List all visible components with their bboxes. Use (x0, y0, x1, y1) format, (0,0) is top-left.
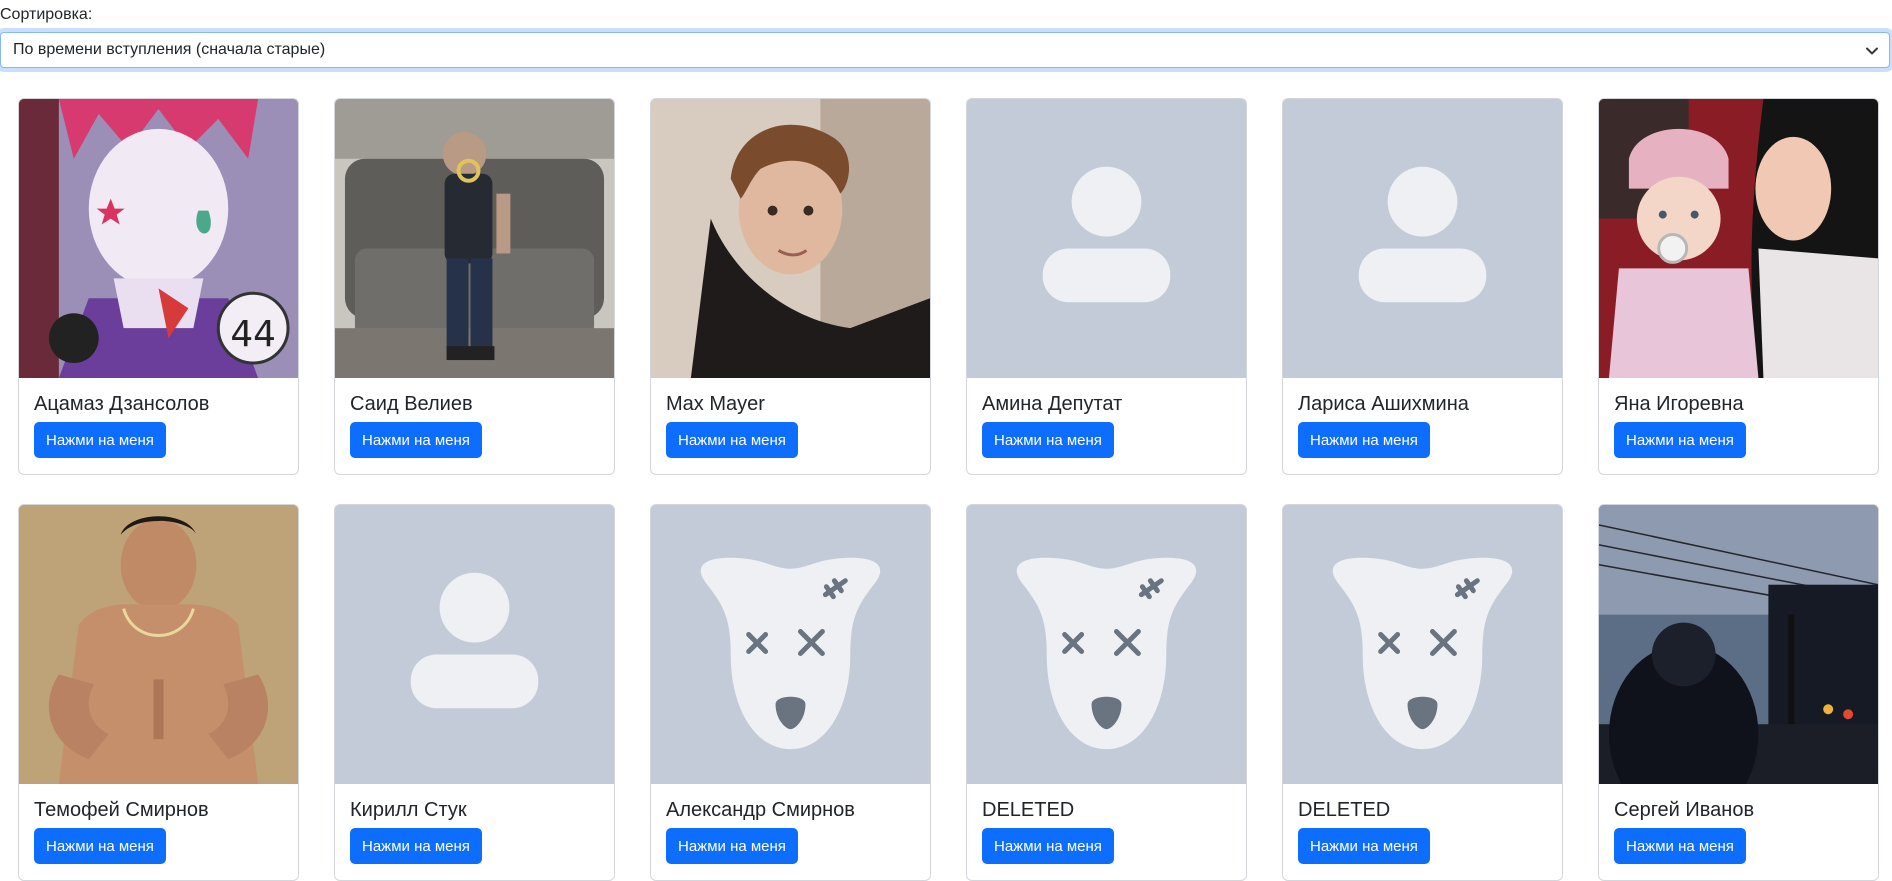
member-name: DELETED (982, 799, 1075, 821)
avatar (335, 505, 614, 784)
avatar: 44 (19, 99, 298, 378)
no-photo-image (335, 505, 614, 784)
sort-selected-value: По времени вступления (сначала старые) (13, 41, 326, 58)
member-name: DELETED (1298, 799, 1391, 821)
press-me-button[interactable]: Нажми на меня (982, 828, 1114, 864)
press-me-button[interactable]: Нажми на меня (34, 422, 166, 458)
press-me-button[interactable]: Нажми на меня (350, 422, 482, 458)
deleted-dog-image (967, 505, 1246, 784)
photo-anime-image: 44 (19, 99, 298, 378)
press-me-button[interactable]: Нажми на меня (1298, 828, 1430, 864)
member-card: DELETED Нажми на меня (1282, 504, 1563, 881)
avatar (19, 505, 298, 784)
avatar (651, 505, 930, 784)
no-photo-image (967, 99, 1246, 378)
member-card: Кирилл Стук Нажми на меня (334, 504, 615, 881)
avatar (967, 99, 1246, 378)
sort-select[interactable]: По времени вступления (сначала старые) (0, 32, 1890, 68)
press-me-button[interactable]: Нажми на меня (1614, 828, 1746, 864)
member-name: Саид Велиев (350, 393, 473, 415)
member-card: Яна Игоревна Нажми на меня (1598, 98, 1879, 475)
member-name: Сергей Иванов (1614, 799, 1755, 821)
press-me-button[interactable]: Нажми на меня (666, 422, 798, 458)
photo-night-street-image (1599, 505, 1878, 784)
member-name: Ацамаз Дзансолов (34, 393, 210, 415)
member-name: Александр Смирнов (666, 799, 855, 821)
avatar (651, 99, 930, 378)
avatar (1599, 505, 1878, 784)
press-me-button[interactable]: Нажми на меня (1298, 422, 1430, 458)
avatar (1599, 99, 1878, 378)
member-name: Лариса Ашихмина (1298, 393, 1469, 415)
deleted-dog-image (651, 505, 930, 784)
avatar (967, 505, 1246, 784)
photo-mother-child-image (1599, 99, 1878, 378)
chevron-down-icon (1866, 47, 1878, 55)
press-me-button[interactable]: Нажми на меня (666, 828, 798, 864)
no-photo-image (1283, 99, 1562, 378)
member-card: 44 Ацамаз Дзансолов Нажми на меня (18, 98, 299, 475)
press-me-button[interactable]: Нажми на меня (350, 828, 482, 864)
press-me-button[interactable]: Нажми на меня (982, 422, 1114, 458)
member-name: Амина Депутат (982, 393, 1123, 415)
member-name: Яна Игоревна (1614, 393, 1744, 415)
member-name: Темофей Смирнов (34, 799, 209, 821)
member-card: Саид Велиев Нажми на меня (334, 98, 615, 475)
deleted-dog-image (1283, 505, 1562, 784)
photo-shirtless-image (19, 505, 298, 784)
member-card: Сергей Иванов Нажми на меня (1598, 504, 1879, 881)
avatar (335, 99, 614, 378)
press-me-button[interactable]: Нажми на меня (1614, 422, 1746, 458)
member-card: Александр Смирнов Нажми на меня (650, 504, 931, 881)
member-card: Max Mayer Нажми на меня (650, 98, 931, 475)
press-me-button[interactable]: Нажми на меня (34, 828, 166, 864)
avatar (1283, 505, 1562, 784)
member-card: Амина Депутат Нажми на меня (966, 98, 1247, 475)
avatar (1283, 99, 1562, 378)
member-name: Кирилл Стук (350, 799, 467, 821)
member-card: Темофей Смирнов Нажми на меня (18, 504, 299, 881)
photo-portrait-image (651, 99, 930, 378)
member-name: Max Mayer (666, 393, 765, 415)
sort-label: Сортировка: (0, 6, 93, 23)
photo-sofa-image (335, 99, 614, 378)
svg-text:44: 44 (230, 314, 276, 355)
members-grid: 44 Ацамаз Дзансолов Нажми на меня Саид Вел… (18, 98, 1879, 881)
member-card: DELETED Нажми на меня (966, 504, 1247, 881)
member-card: Лариса Ашихмина Нажми на меня (1282, 98, 1563, 475)
